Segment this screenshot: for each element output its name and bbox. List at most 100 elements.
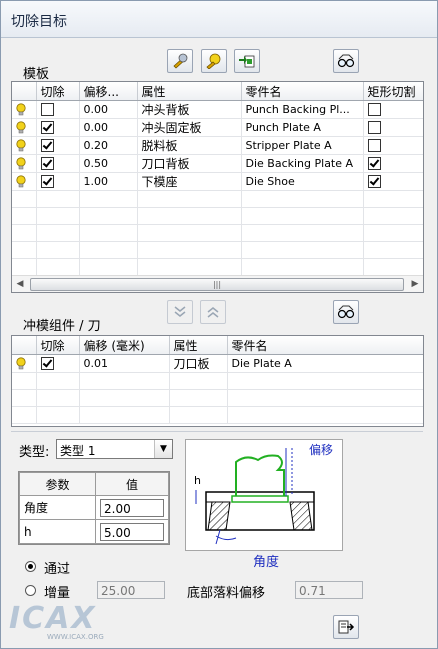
cut-checkbox[interactable] — [40, 103, 54, 117]
empty-row — [12, 389, 423, 407]
col-visibility[interactable] — [12, 336, 37, 355]
table-row[interactable]: 0.50 刀口背板 Die Backing Plate A — [12, 154, 423, 173]
rect-cut-checkbox[interactable] — [367, 121, 381, 135]
col-part-name[interactable]: 零件名 — [227, 336, 423, 355]
cut-diagram: 偏移 h — [185, 439, 343, 551]
cut-checkbox[interactable] — [40, 175, 54, 189]
table-row[interactable]: 1.00 下模座 Die Shoe — [12, 172, 423, 191]
scroll-left-arrow[interactable]: ◀ — [12, 276, 28, 292]
table-row[interactable]: 0.00 冲头背板 Punch Backing Pl... — [12, 100, 423, 119]
template-hscrollbar[interactable]: ◀ ||| ▶ — [12, 275, 423, 292]
diagram-offset-label: 偏移 — [309, 443, 334, 457]
col-attribute[interactable]: 属性 — [137, 82, 242, 101]
offset-cell[interactable]: 0.01 — [79, 354, 170, 373]
rect-cut-checkbox[interactable] — [367, 139, 381, 153]
glasses-icon — [337, 305, 355, 319]
empty-row — [12, 241, 423, 259]
attribute-cell: 冲头背板 — [137, 100, 242, 119]
export-icon — [338, 620, 355, 634]
lightbulb-icon[interactable] — [16, 175, 26, 188]
increment-radio[interactable] — [25, 585, 36, 596]
col-rect-cut[interactable]: 矩形切割 — [363, 82, 423, 101]
attribute-cell: 刀口背板 — [137, 154, 242, 173]
part-name-cell: Die Backing Plate A — [241, 154, 364, 173]
params-header-param: 参数 — [19, 472, 96, 496]
lamp-on-button[interactable] — [167, 49, 193, 73]
rect-cut-checkbox[interactable] — [367, 175, 381, 189]
chevron-double-down-icon — [174, 306, 186, 317]
lightbulb-icon[interactable] — [16, 121, 26, 134]
h-input[interactable]: 5.00 — [100, 522, 164, 541]
cut-checkbox[interactable] — [40, 157, 54, 171]
lamp-off-button[interactable] — [201, 49, 227, 73]
table-row[interactable]: 0.20 脱料板 Stripper Plate A — [12, 136, 423, 155]
cut-checkbox[interactable] — [40, 357, 54, 371]
rect-cut-checkbox[interactable] — [367, 103, 381, 117]
lamp-bulb-icon — [206, 53, 221, 69]
table-row[interactable]: 0.00 冲头固定板 Punch Plate A — [12, 118, 423, 137]
scroll-thumb[interactable]: ||| — [30, 278, 404, 291]
diagram-angle-label: 角度 — [253, 555, 280, 570]
watermark-url: WWW.ICAX.ORG — [47, 633, 104, 641]
table-row[interactable]: 0.01 刀口板 Die Plate A — [12, 354, 423, 373]
type-select[interactable]: 类型 1 ▼ — [56, 439, 173, 459]
offset-cell[interactable]: 0.20 — [79, 136, 138, 155]
part-name-cell: Stripper Plate A — [241, 136, 364, 155]
col-offset[interactable]: 偏移... — [79, 82, 138, 101]
rect-cut-checkbox[interactable] — [367, 157, 381, 171]
empty-row — [12, 207, 423, 225]
watermark-logo: ICAX — [9, 601, 97, 636]
attribute-cell: 脱料板 — [137, 136, 242, 155]
move-up-button[interactable] — [200, 300, 226, 324]
divider — [11, 431, 423, 432]
panel-title: 切除目标 — [11, 14, 67, 30]
angle-input[interactable]: 2.00 — [100, 498, 164, 517]
scroll-right-arrow[interactable]: ▶ — [407, 276, 423, 292]
empty-row — [12, 258, 423, 276]
title-bar: 切除目标 — [1, 1, 437, 38]
offset-cell[interactable]: 0.00 — [79, 118, 138, 137]
attribute-cell: 刀口板 — [169, 354, 228, 373]
attribute-cell: 冲头固定板 — [137, 118, 242, 137]
cut-checkbox[interactable] — [40, 139, 54, 153]
cut-checkbox[interactable] — [40, 121, 54, 135]
col-cut[interactable]: 切除 — [36, 82, 80, 101]
export-button[interactable] — [333, 615, 359, 639]
glasses-icon — [337, 54, 355, 68]
bottom-offset-input[interactable]: 0.71 — [295, 581, 363, 599]
die-component-grid: 切除 偏移 (毫米) 属性 零件名 0.01 刀口板 Die Plate A — [11, 335, 424, 427]
chevron-down-icon[interactable]: ▼ — [154, 440, 172, 458]
update-icon — [239, 55, 255, 68]
lightbulb-icon[interactable] — [16, 103, 26, 116]
col-offset-mm[interactable]: 偏移 (毫米) — [79, 336, 170, 355]
view-glasses-button-2[interactable] — [333, 300, 359, 324]
params-table: 参数 值 角度 2.00 h 5.00 — [18, 471, 170, 545]
part-name-cell: Die Plate A — [227, 354, 423, 373]
bottom-offset-field[interactable]: 0.71 — [295, 581, 363, 599]
lightbulb-icon[interactable] — [16, 157, 26, 170]
lightbulb-icon[interactable] — [16, 139, 26, 152]
type-select-value: 类型 1 — [60, 444, 96, 458]
col-attribute[interactable]: 属性 — [169, 336, 228, 355]
cut-target-panel: 切除目标 模板 切除 偏移... 属性 零件名 矩形切割 0.00 冲头背板 P… — [0, 0, 438, 649]
empty-row — [12, 372, 423, 390]
empty-row — [12, 406, 423, 424]
move-down-button[interactable] — [167, 300, 193, 324]
param-angle-label: 角度 — [19, 495, 96, 520]
col-cut[interactable]: 切除 — [36, 336, 80, 355]
increment-input[interactable]: 25.00 — [97, 581, 165, 599]
refresh-button[interactable] — [234, 49, 260, 73]
increment-field[interactable]: 25.00 — [97, 581, 165, 599]
offset-cell[interactable]: 0.00 — [79, 100, 138, 119]
offset-cell[interactable]: 1.00 — [79, 172, 138, 191]
col-part-name[interactable]: 零件名 — [241, 82, 364, 101]
empty-row — [12, 224, 423, 242]
offset-cell[interactable]: 0.50 — [79, 154, 138, 173]
view-glasses-button[interactable] — [333, 49, 359, 73]
chevron-double-up-icon — [207, 307, 219, 318]
col-visibility[interactable] — [12, 82, 37, 101]
through-radio[interactable] — [25, 561, 36, 572]
lightbulb-icon[interactable] — [16, 357, 26, 370]
empty-row — [12, 190, 423, 208]
type-label: 类型: — [19, 445, 50, 460]
